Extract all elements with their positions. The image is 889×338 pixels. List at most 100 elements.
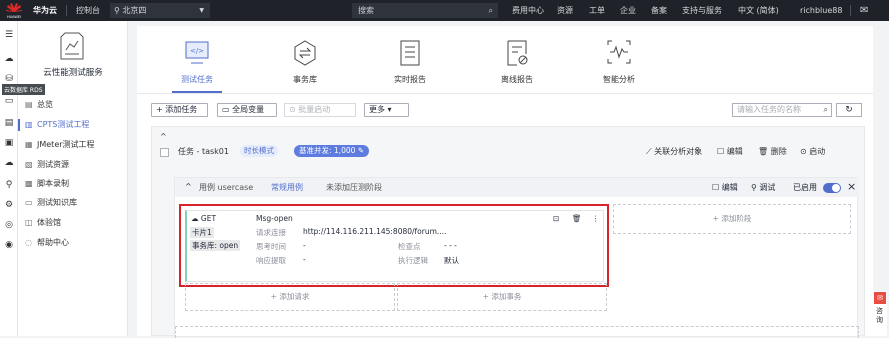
resources-link[interactable]: 资源 bbox=[557, 0, 573, 21]
cdn-icon[interactable]: ☁ bbox=[3, 157, 15, 169]
request-card[interactable]: ☁ GET Msg-open 卡片1 事务库: open 请求连接 http:/… bbox=[185, 210, 604, 282]
nav-script-recording[interactable]: ▩ 脚本录制 bbox=[18, 176, 128, 192]
method-label: GET bbox=[200, 214, 217, 223]
trash-icon: 🗑 bbox=[758, 147, 771, 156]
edit-icon: ✎ bbox=[355, 146, 365, 155]
service-tooltip: 云数据库 RDS bbox=[2, 84, 45, 95]
add-stage-button[interactable]: + 添加阶段 bbox=[613, 204, 851, 234]
task-checkbox[interactable] bbox=[160, 148, 169, 157]
svg-text:</>: </> bbox=[190, 47, 204, 55]
batch-start-button[interactable]: ⊙ 批量启动 bbox=[284, 103, 356, 117]
server-icon[interactable]: ▣ bbox=[3, 137, 15, 149]
support-link[interactable]: 支持与服务 bbox=[682, 0, 722, 21]
storage-icon[interactable]: ▤ bbox=[3, 117, 15, 129]
tickets-link[interactable]: 工单 bbox=[589, 0, 605, 21]
usecase-enabled-toggle[interactable] bbox=[823, 183, 841, 193]
nav-overview[interactable]: ▤ 总览 bbox=[18, 97, 128, 113]
nav-cpts-project[interactable]: ▥ CPTS测试工程 bbox=[18, 117, 128, 133]
tab-smart-analysis[interactable]: 智能分析 bbox=[569, 26, 669, 94]
concurrency-tag[interactable]: 基准并发: 1,000 ✎ bbox=[294, 145, 370, 157]
globe-icon[interactable]: ◎ bbox=[3, 219, 15, 231]
nav-label: 总览 bbox=[37, 100, 53, 109]
chevron-down-icon: ▾ bbox=[385, 105, 392, 114]
next-section-placeholder bbox=[175, 326, 859, 338]
tab-offline-report[interactable]: 离线报告 bbox=[467, 26, 567, 94]
record-icon: ▩ bbox=[25, 179, 33, 188]
cloud-icon[interactable]: ☁ bbox=[3, 53, 15, 65]
huawei-logo[interactable]: HUAWEI bbox=[2, 2, 26, 19]
global-variables-button[interactable]: ▭ 全局变量 bbox=[217, 103, 277, 117]
edit-icon: ☐ bbox=[712, 183, 722, 192]
tab-label: 事务库 bbox=[293, 75, 317, 84]
add-request-button[interactable]: + 添加请求 bbox=[185, 283, 395, 311]
service-icon-bar: ☰ ☁ ⛁ ▭ ▤ ▣ ☁ ⚲ ⚙ ◎ ◉ bbox=[0, 21, 18, 336]
play-icon: ⊙ bbox=[800, 147, 810, 156]
collapse-task-icon[interactable]: ^ bbox=[160, 132, 167, 141]
shield-icon[interactable]: ◉ bbox=[3, 239, 15, 251]
language-selector[interactable]: 中文 (简体) bbox=[738, 0, 779, 21]
more-vertical-icon[interactable]: ⋮ bbox=[592, 214, 600, 223]
chat-icon: ✉ bbox=[874, 292, 886, 304]
link-analysis-object-action[interactable]: ⟋ 关联分析对象 bbox=[646, 146, 702, 157]
checkpoint-label: 检查点 bbox=[398, 242, 421, 251]
action-label: 启动 bbox=[809, 147, 826, 156]
rds-icon[interactable]: ▭ bbox=[3, 95, 15, 107]
delete-task-action[interactable]: 🗑 删除 bbox=[758, 146, 787, 157]
nav-experience-hall[interactable]: ◫ 体验馆 bbox=[18, 215, 128, 231]
consult-widget[interactable]: ✉ 咨询 bbox=[873, 291, 887, 336]
transaction-library-chip: 事务库: open bbox=[190, 240, 241, 251]
trash-icon[interactable]: 🗑 bbox=[572, 214, 582, 223]
nav-label: 帮助中心 bbox=[37, 238, 69, 247]
network-icon[interactable]: ⚲ bbox=[3, 179, 15, 191]
add-transaction-button[interactable]: + 添加事务 bbox=[397, 283, 607, 311]
close-icon[interactable]: × bbox=[847, 180, 856, 193]
region-selector[interactable]: ⚲ 北京四 ▼ bbox=[110, 3, 210, 18]
tab-realtime-report[interactable]: 实时报告 bbox=[360, 26, 460, 94]
nav-test-resources[interactable]: ▧ 测试资源 bbox=[18, 157, 128, 173]
edit-usecase-action[interactable]: ☐ 编辑 bbox=[712, 182, 738, 193]
message-icon[interactable]: ✉ bbox=[860, 0, 868, 21]
search-icon[interactable]: ⌕ bbox=[489, 3, 493, 18]
more-dropdown[interactable]: 更多 ▾ bbox=[364, 103, 409, 117]
tab-transaction-library[interactable]: 事务库 bbox=[255, 26, 355, 94]
console-link[interactable]: 控制台 bbox=[76, 0, 100, 21]
brand-name[interactable]: 华为云 bbox=[33, 0, 57, 21]
chart-icon: ⟋ bbox=[646, 147, 655, 156]
task-name-filter-input[interactable]: 请输入任务的名称 ⌕ bbox=[732, 103, 832, 117]
edit-icon: ☐ bbox=[717, 147, 727, 156]
billing-center-link[interactable]: 费用中心 bbox=[512, 0, 544, 21]
collapse-usecase-icon[interactable]: ^ bbox=[185, 182, 192, 191]
monitor-icon[interactable]: ⚙ bbox=[3, 199, 15, 211]
add-task-button[interactable]: + 添加任务 bbox=[151, 103, 208, 117]
execution-logic-value: 默认 bbox=[444, 256, 459, 265]
enterprise-link[interactable]: 企业 bbox=[620, 0, 636, 21]
button-label: 更多 bbox=[369, 105, 385, 114]
active-indicator bbox=[18, 119, 20, 131]
checkpoint-value: - - - bbox=[444, 241, 457, 250]
region-label: 北京四 bbox=[122, 6, 147, 15]
performance-test-service-icon bbox=[60, 32, 84, 60]
tab-normal-usecase[interactable]: 常规用例 bbox=[271, 182, 303, 193]
nav-knowledge-base[interactable]: ▭ 测试知识库 bbox=[18, 195, 128, 211]
username-menu[interactable]: richblue88 bbox=[800, 0, 842, 21]
icp-filing-link[interactable]: 备案 bbox=[651, 0, 667, 21]
refresh-button[interactable]: ↻ bbox=[836, 103, 862, 117]
global-search-input[interactable]: 搜索 ⌕ bbox=[352, 3, 498, 18]
tab-stress-stage[interactable]: 未添加压测阶段 bbox=[326, 182, 382, 193]
tab-test-tasks[interactable]: </> 测试任务 bbox=[147, 26, 247, 94]
debug-usecase-action[interactable]: ⚲ 调试 bbox=[751, 182, 775, 193]
mode-tag: 时长模式 bbox=[240, 145, 278, 157]
cloud-icon: ☁ bbox=[191, 214, 201, 223]
usecase-title: 用例 usercase bbox=[199, 183, 254, 192]
edit-task-action[interactable]: ☐ 编辑 bbox=[717, 146, 743, 157]
start-task-action[interactable]: ⊙ 启动 bbox=[800, 146, 825, 157]
help-icon: ◌ bbox=[25, 238, 32, 247]
menu-icon[interactable]: ☰ bbox=[3, 29, 15, 41]
button-label: 全局变量 bbox=[232, 105, 265, 114]
nav-jmeter-project[interactable]: ▦ JMeter测试工程 bbox=[18, 137, 128, 153]
knowledge-icon: ▭ bbox=[25, 198, 33, 207]
service-title: 云性能测试服务 bbox=[43, 68, 103, 78]
nav-help-center[interactable]: ◌ 帮助中心 bbox=[18, 235, 128, 251]
search-icon[interactable]: ⌕ bbox=[824, 104, 828, 116]
toggle-icon[interactable]: ⊡ bbox=[553, 214, 559, 223]
